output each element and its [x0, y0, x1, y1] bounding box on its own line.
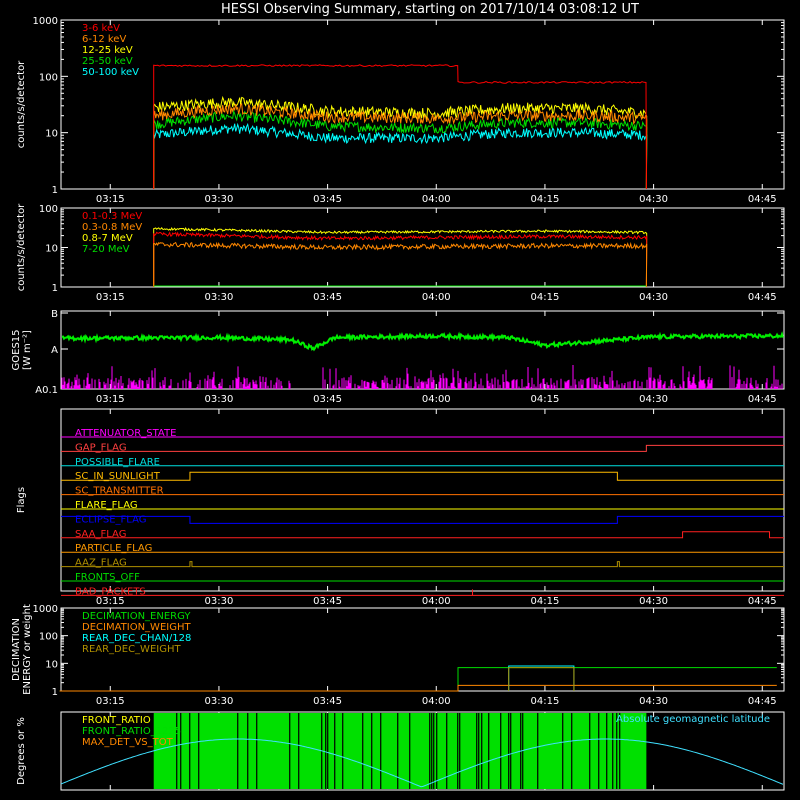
y-axis-label: [W m⁻²]	[22, 330, 33, 370]
legend-entry: DECIMATION_WEIGHT	[82, 622, 191, 633]
goes-low-channel-line	[61, 365, 783, 389]
time-tick-label: 04:45	[748, 696, 777, 707]
time-tick-label: 03:30	[205, 394, 234, 405]
time-tick-label: 04:00	[422, 596, 451, 607]
time-tick-label: 04:30	[639, 696, 668, 707]
legend-entry: 3-6 keV	[82, 23, 120, 34]
series-line-0.1-0.3-MeV	[153, 231, 648, 288]
legend-entry: 0.3-0.8 MeV	[82, 222, 142, 233]
flag-line	[61, 444, 784, 452]
y-axis-label: DECIMATION	[11, 618, 22, 681]
legend-entry: 7-20 MeV	[82, 244, 130, 255]
y-tick-label: 1	[52, 283, 58, 294]
time-tick-label: 03:45	[313, 292, 342, 303]
legend-entry: 25-50 keV	[82, 56, 133, 67]
y-axis-label: GOES15	[11, 329, 22, 370]
panel-frame-1	[60, 19, 785, 190]
flag-line	[61, 515, 784, 524]
time-tick-label: 04:30	[639, 292, 668, 303]
legend-entry: FRONT_RATIO	[82, 715, 151, 726]
time-tick-label: 04:45	[748, 596, 777, 607]
time-tick-label: 03:30	[205, 696, 234, 707]
time-tick-label: 04:45	[748, 394, 777, 405]
legend-entry: 12-25 keV	[82, 45, 133, 56]
time-tick-label: 03:45	[313, 194, 342, 205]
latitude-annotation: Absolute geomagnetic latitude	[616, 714, 770, 725]
observing-summary-plot: HESSI Observing Summary, starting on 201…	[11, 2, 785, 791]
y-tick-label: 100	[39, 632, 58, 643]
time-tick-label: 04:15	[531, 394, 560, 405]
front-ratio-fill	[153, 713, 647, 789]
legend-entry: REAR_DEC_WEIGHT	[82, 644, 181, 655]
y-tick-label: 10	[45, 129, 58, 140]
legend-entry: FRONT_RATIO_1225	[82, 726, 181, 737]
legend-entry: 50-100 keV	[82, 67, 139, 78]
plot-title: HESSI Observing Summary, starting on 201…	[221, 2, 639, 17]
time-tick-label: 04:15	[531, 596, 560, 607]
series-line-50-100-keV	[153, 122, 648, 190]
time-tick-label: 04:30	[639, 194, 668, 205]
time-tick-label: 04:15	[531, 696, 560, 707]
flag-line	[61, 561, 784, 568]
series-line-6-12-keV	[153, 102, 648, 190]
series-line-DECIMATION_ENERGY	[59, 667, 777, 692]
time-tick-label: 03:45	[313, 394, 342, 405]
flag-line	[61, 589, 784, 596]
y-tick-label: 10	[45, 244, 58, 255]
goes-high-channel-line	[61, 331, 784, 352]
y-tick-label: A	[51, 345, 58, 356]
legend-entry: REAR_DEC_CHAN/128	[82, 633, 191, 644]
time-tick-label: 04:30	[639, 596, 668, 607]
flag-line	[61, 471, 784, 481]
y-axis-label: Degrees or %	[16, 717, 27, 785]
time-tick-label: 03:15	[96, 696, 125, 707]
time-tick-label: 04:15	[531, 194, 560, 205]
y-tick-label: B	[51, 309, 58, 320]
y-tick-label: 100	[39, 72, 58, 83]
series-line-DECIMATION_WEIGHT	[59, 684, 777, 692]
time-tick-label: 03:45	[313, 596, 342, 607]
time-tick-label: 03:15	[96, 596, 125, 607]
time-tick-label: 04:00	[422, 194, 451, 205]
series-line-REAR_DEC_CHAN-128	[508, 665, 575, 691]
series-line-0.3-0.8-MeV	[153, 241, 648, 288]
time-tick-label: 03:30	[205, 596, 234, 607]
y-axis-label: counts/s/detector	[16, 203, 27, 291]
time-tick-label: 04:45	[748, 292, 777, 303]
panel-frame-3	[60, 310, 785, 390]
y-tick-label: 1	[52, 687, 58, 698]
y-tick-label: 1000	[33, 16, 58, 27]
time-tick-label: 04:30	[639, 394, 668, 405]
y-axis-label: ENERGY or weight	[22, 604, 33, 695]
y-axis-label: counts/s/detector	[16, 60, 27, 148]
time-tick-label: 04:00	[422, 394, 451, 405]
time-tick-label: 03:30	[205, 292, 234, 303]
time-tick-label: 03:15	[96, 292, 125, 303]
y-tick-label: 1000	[33, 604, 58, 615]
time-tick-label: 04:00	[422, 292, 451, 303]
time-tick-label: 03:30	[205, 194, 234, 205]
y-tick-label: 10	[45, 659, 58, 670]
legend-entry: DECIMATION_ENERGY	[82, 611, 191, 622]
time-tick-label: 04:00	[422, 696, 451, 707]
time-tick-label: 03:45	[313, 696, 342, 707]
time-tick-label: 03:15	[96, 394, 125, 405]
legend-entry: 0.1-0.3 MeV	[82, 211, 142, 222]
y-axis-label: Flags	[16, 487, 27, 513]
time-tick-label: 04:45	[748, 194, 777, 205]
y-tick-label: 1	[52, 185, 58, 196]
y-tick-label: A0.1	[35, 385, 58, 396]
flag-line	[61, 531, 784, 539]
panel-frame-2	[60, 207, 785, 288]
legend-entry: 6-12 keV	[82, 34, 126, 45]
series-line-REAR_DEC_WEIGHT	[508, 667, 575, 691]
time-tick-label: 04:15	[531, 292, 560, 303]
time-tick-label: 03:15	[96, 194, 125, 205]
legend-entry: MAX_DET_VS_TOT	[82, 737, 174, 748]
legend-entry: 0.8-7 MeV	[82, 233, 133, 244]
y-tick-label: 100	[39, 204, 58, 215]
